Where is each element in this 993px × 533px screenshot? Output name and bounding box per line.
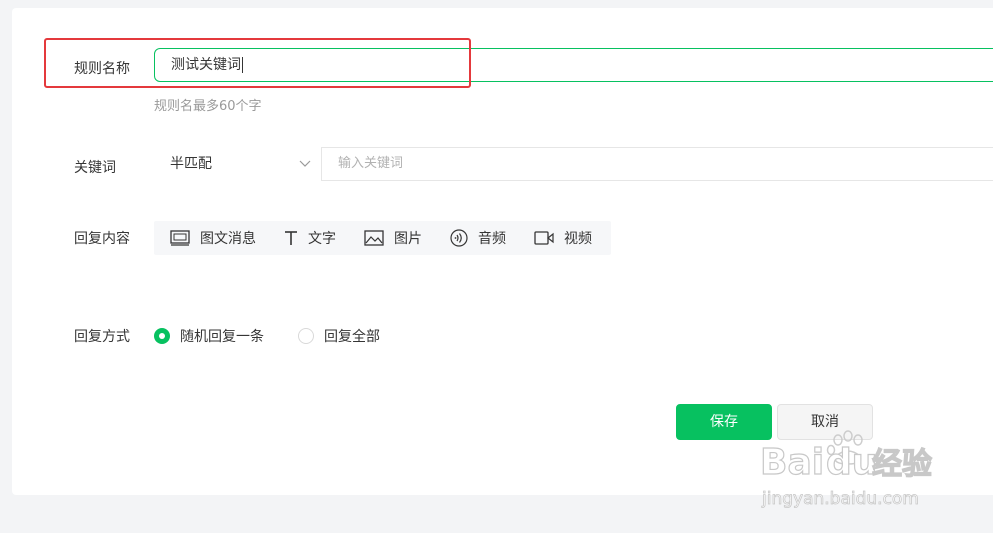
type-article-button[interactable]: 图文消息 — [154, 221, 268, 255]
type-video-button[interactable]: 视频 — [518, 221, 604, 255]
reply-mode-label: 回复方式 — [74, 329, 130, 345]
reply-mode-options: 随机回复一条 回复全部 — [154, 326, 414, 346]
svg-text:jingyan.baidu.com: jingyan.baidu.com — [761, 489, 919, 509]
match-mode-value: 半匹配 — [170, 156, 212, 172]
type-text-label: 文字 — [308, 231, 336, 247]
svg-text:Bai: Bai — [760, 442, 824, 483]
rule-name-hint: 规则名最多60个字 — [154, 99, 262, 114]
svg-text:du: du — [826, 442, 877, 483]
type-image-button[interactable]: 图片 — [348, 221, 434, 255]
radio-random-one-label: 随机回复一条 — [180, 329, 264, 345]
keyword-input[interactable]: 输入关键词 — [322, 147, 993, 181]
audio-icon — [450, 229, 468, 247]
chevron-down-icon — [299, 147, 311, 194]
reply-content-types: 图文消息 文字 图片 音频 视频 — [154, 221, 611, 255]
text-icon — [285, 231, 297, 245]
video-icon — [534, 231, 554, 245]
keyword-label: 关键词 — [74, 160, 116, 176]
article-icon — [170, 230, 190, 246]
radio-checked-icon — [154, 328, 170, 344]
type-audio-button[interactable]: 音频 — [434, 221, 518, 255]
type-image-label: 图片 — [394, 231, 422, 247]
type-audio-label: 音频 — [478, 231, 506, 247]
save-button[interactable]: 保存 — [676, 404, 772, 440]
image-icon — [364, 230, 384, 246]
radio-reply-all-label: 回复全部 — [324, 329, 380, 345]
radio-reply-all[interactable]: 回复全部 — [298, 326, 380, 346]
reply-content-label: 回复内容 — [74, 231, 130, 247]
highlight-box — [44, 38, 471, 88]
radio-unchecked-icon — [298, 328, 314, 344]
baidu-jingyan-watermark: Bai du 经验 jingyan.baidu.com — [760, 430, 933, 509]
type-text-button[interactable]: 文字 — [268, 221, 348, 255]
type-article-label: 图文消息 — [200, 231, 256, 247]
type-video-label: 视频 — [564, 231, 592, 247]
match-mode-select[interactable]: 半匹配 — [154, 147, 322, 181]
radio-random-one[interactable]: 随机回复一条 — [154, 326, 264, 346]
svg-text:经验: 经验 — [872, 447, 932, 482]
